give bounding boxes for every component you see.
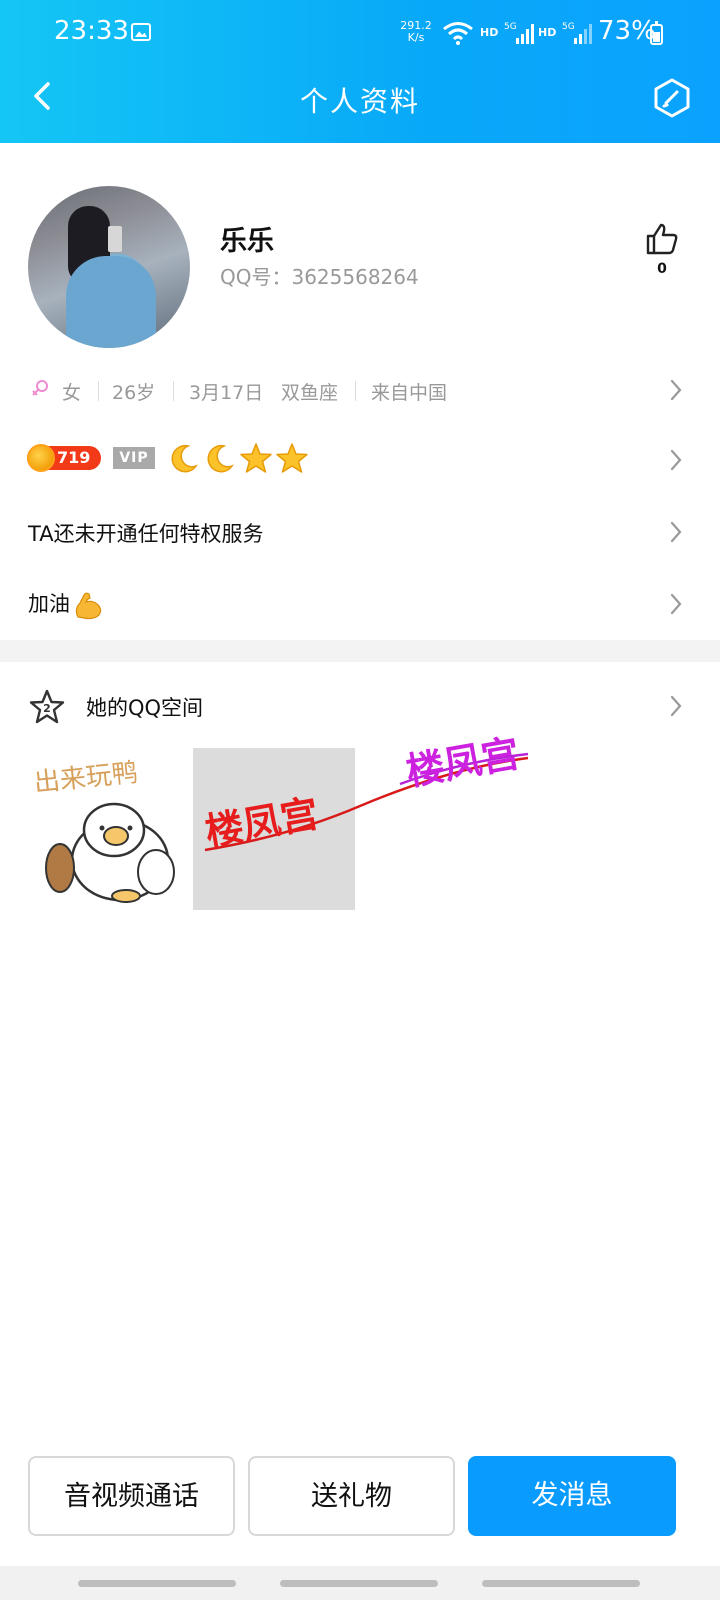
signature: 加油 (28, 588, 104, 621)
network-speed: 291.2 K/s (396, 20, 436, 44)
chevron-right-icon (670, 593, 682, 615)
sticker-caption: 出来玩鸭 (33, 758, 140, 799)
like-button[interactable]: 0 (640, 221, 684, 287)
wifi-icon (443, 22, 473, 45)
moon-icon (171, 444, 199, 473)
user-nickname: 乐乐 (220, 226, 274, 257)
hd-indicator: HD (480, 26, 499, 39)
svg-text:5G: 5G (562, 22, 575, 32)
signal-5g-icon-2: 5G (562, 22, 592, 44)
chevron-right-icon (670, 521, 682, 543)
chevron-right-icon (670, 695, 682, 717)
signature-text: 加油 (28, 592, 70, 616)
qzone-star-icon: 2 (29, 689, 65, 724)
chevron-right-icon (670, 449, 682, 471)
level-badges-row[interactable]: 719 VIP (0, 436, 720, 484)
gallery-notification-icon (131, 23, 151, 41)
qq-number: QQ号：3625568264 (220, 265, 419, 289)
gesture-pill[interactable] (280, 1580, 438, 1587)
info-divider (173, 381, 174, 401)
chevron-right-icon (670, 379, 682, 401)
birthday-text: 3月17日 (189, 382, 264, 404)
gesture-pill[interactable] (78, 1580, 236, 1587)
section-divider (0, 640, 720, 662)
vip-badge: VIP (113, 447, 155, 469)
star-icon (240, 443, 272, 473)
level-coin-icon (27, 444, 55, 472)
app-header: 23:33 291.2 K/s HD 5G HD 5G 73% 个人资料 (0, 0, 720, 143)
send-message-button[interactable]: 发消息 (468, 1456, 676, 1536)
duck-sticker-image: 出来玩鸭 (33, 758, 175, 903)
signature-row[interactable]: 加油 (0, 582, 720, 626)
info-divider (355, 381, 356, 401)
signal-5g-icon: 5G (504, 22, 534, 44)
avatar-photo-phone (108, 226, 122, 252)
gender-text: 女 (62, 382, 82, 404)
action-bar: 音视频通话 送礼物 发消息 (0, 1456, 720, 1546)
battery-icon (650, 21, 663, 45)
status-bar: 23:33 291.2 K/s HD 5G HD 5G 73% (0, 0, 720, 64)
svg-text:5G: 5G (504, 22, 517, 32)
svg-text:2: 2 (43, 702, 51, 715)
page-title: 个人资料 (299, 85, 420, 118)
send-gift-button[interactable]: 送礼物 (248, 1456, 455, 1536)
female-icon (32, 380, 48, 396)
basic-info-row[interactable]: 女 26岁 3月17日 双鱼座 来自中国 (0, 368, 720, 412)
info-divider (98, 381, 99, 401)
battery-percent: 73% (598, 16, 656, 46)
flexed-biceps-icon (75, 592, 102, 620)
qzone-photo-thumbnail[interactable]: 出来玩鸭 (26, 748, 186, 908)
privilege-row[interactable]: TA还未开通任何特权服务 (0, 512, 720, 552)
avatar[interactable] (28, 186, 190, 348)
edit-settings-icon[interactable] (650, 76, 694, 120)
location-text: 来自中国 (371, 382, 448, 404)
moon-icon (207, 444, 235, 473)
qzone-label: 她的QQ空间 (86, 696, 204, 720)
age-text: 26岁 (112, 382, 156, 404)
zodiac-text: 双鱼座 (281, 382, 339, 404)
system-navigation-bar (0, 1566, 720, 1600)
like-count: 0 (657, 261, 667, 277)
thumbs-up-icon (646, 223, 678, 255)
gesture-pill[interactable] (482, 1580, 640, 1587)
network-speed-unit: K/s (407, 31, 425, 44)
star-icon (276, 443, 308, 473)
watermark-text-purple: 楼凤宫 (403, 731, 523, 794)
privilege-text: TA还未开通任何特权服务 (28, 522, 264, 546)
hd-indicator-2: HD (538, 26, 557, 39)
status-time: 23:33 (54, 16, 129, 46)
avatar-photo-body (66, 256, 156, 348)
video-call-button[interactable]: 音视频通话 (28, 1456, 235, 1536)
watermark-text-red: 楼凤宫 (202, 791, 322, 854)
watermark-overlay: 楼凤宫 楼凤宫 (202, 731, 529, 854)
